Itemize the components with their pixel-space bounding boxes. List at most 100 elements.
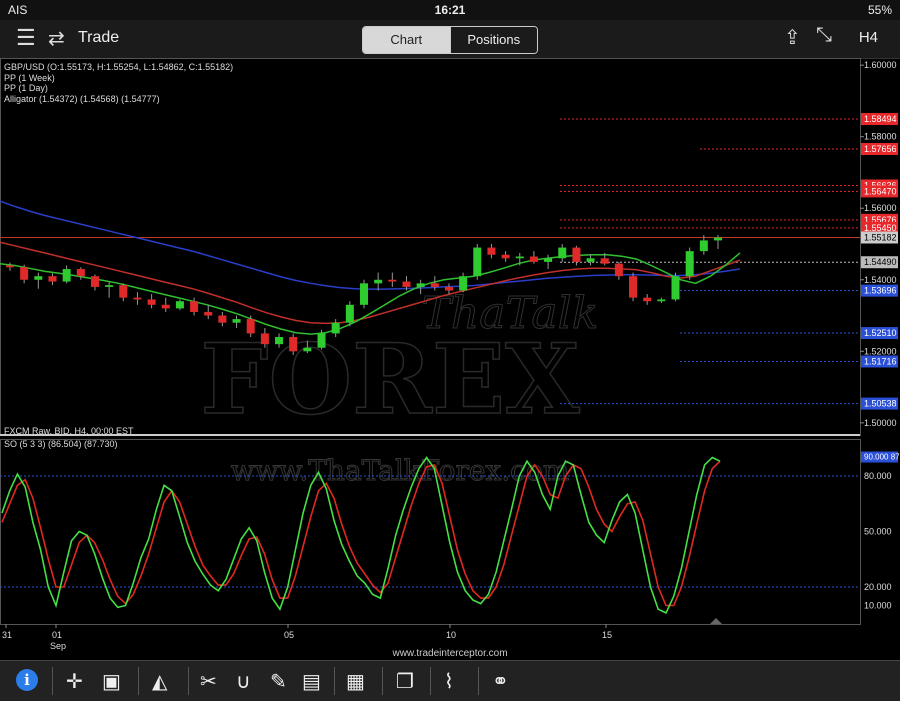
candle-body (529, 256, 538, 262)
tab-positions[interactable]: Positions (449, 27, 537, 53)
menu-icon[interactable]: ☰ (16, 25, 36, 51)
legend-pp-week: PP (1 Week) (4, 73, 55, 83)
candle-body (289, 336, 298, 352)
candle-body (444, 286, 453, 291)
x-tick-label: 31 (2, 630, 12, 640)
legend-alligator: Alligator (1.54372) (1.54568) (1.54777) (4, 94, 160, 104)
candle-body (48, 276, 57, 282)
osc-tick-label: 10.000 (864, 601, 892, 611)
pencil-icon[interactable]: ✎ (270, 669, 287, 694)
candle-body (218, 315, 227, 323)
price-label: 1.54490 (864, 257, 897, 267)
price-label: 1.50538 (864, 399, 897, 409)
y-tick-label: 1.50000 (864, 418, 897, 428)
y-tick-label: 1.52000 (864, 346, 897, 356)
candle-body (161, 304, 170, 309)
candle-body (232, 319, 241, 323)
candle-body (515, 256, 524, 259)
status-bar: AIS 16:21 55% (0, 0, 900, 20)
candle-body (416, 283, 425, 287)
candle-body (699, 240, 708, 252)
y-tick-label: 1.54000 (864, 275, 897, 285)
price-label: 1.51716 (864, 356, 897, 366)
candle-body (105, 285, 114, 287)
y-tick-label: 1.56000 (864, 203, 897, 213)
candle-body (175, 301, 184, 309)
candle-body (643, 297, 652, 302)
price-label: 1.56470 (864, 186, 897, 196)
alligator-jaw-line (0, 200, 741, 290)
nav-bar: ☰ ⇄ Trade Chart Positions ⇪ ⤡ H4 (0, 20, 900, 59)
x-tick-label: 15 (602, 630, 612, 640)
grid-icon[interactable]: ▦ (346, 669, 365, 694)
legend-feed: FXCM Raw, BID, H4, 00:00 EST (4, 426, 134, 436)
candle-body (360, 283, 368, 305)
timeframe-button[interactable]: H4 (859, 29, 878, 46)
clock-label: 16:21 (434, 3, 466, 17)
x-tick-label: 05 (284, 630, 294, 640)
candle-body (190, 301, 199, 312)
alligator-lips-line (0, 252, 741, 335)
candle-body (657, 299, 666, 302)
copy-icon[interactable]: ❐ (396, 669, 414, 694)
candle-body (714, 237, 722, 241)
candle-body (20, 267, 29, 280)
x-tick-label: 01 (52, 630, 62, 640)
link-icon[interactable]: ⚭ (492, 669, 509, 694)
candle-body (90, 276, 99, 287)
x-tick-label: 10 (446, 630, 456, 640)
candle-body (275, 336, 284, 345)
bottom-toolbar: i ✛ ▣ ◭ ✂ ∪ ✎ ▤ ▦ ❐ ⌇ ⚭ (0, 660, 900, 701)
candle-body (459, 276, 468, 291)
current-price-label: 1.55182 (864, 232, 897, 242)
candle-body (600, 258, 609, 264)
document-icon[interactable]: ▤ (302, 669, 321, 694)
candle-body (204, 311, 213, 316)
candle-body (34, 276, 43, 280)
osc-current-label: 90.000 87.730 (864, 453, 900, 462)
swap-arrows-icon[interactable]: ⇄ (48, 26, 65, 51)
candle-body (586, 258, 595, 262)
candle-body (430, 283, 439, 287)
candle-body (119, 285, 128, 298)
page-title: Trade (78, 29, 120, 46)
candle-body (331, 322, 340, 334)
candle-body (473, 247, 482, 277)
candle-body (147, 299, 156, 305)
candle-body (501, 254, 510, 259)
price-label: 1.55450 (864, 223, 897, 233)
candle-body (614, 263, 623, 277)
tab-chart[interactable]: Chart (363, 27, 450, 53)
candle-body (544, 258, 553, 262)
x-sublabel: Sep (50, 641, 66, 651)
tools-icon[interactable]: ✂ (200, 669, 217, 694)
info-icon[interactable]: i (16, 669, 38, 691)
battery-label: 55% (867, 3, 892, 17)
osc-tick-label: 80.000 (864, 471, 892, 481)
magnet-icon[interactable]: ∪ (236, 669, 251, 694)
price-label: 1.58494 (864, 114, 897, 124)
frame-icon[interactable]: ▣ (102, 669, 121, 694)
indicator-icon[interactable]: ⌇ (444, 669, 454, 694)
candle-body (572, 247, 581, 262)
price-chart[interactable]: ThaTalk FOREX www.ThaTalkForex.com 1.584… (0, 58, 900, 660)
candle-body (671, 276, 680, 300)
candle-body (685, 251, 694, 277)
candle-body (629, 276, 638, 298)
share-icon[interactable]: ⇪ (784, 25, 801, 50)
legend-oscillator: SO (5 3 3) (86.504) (87.730) (4, 439, 118, 449)
osc-tick-label: 50.000 (864, 527, 892, 537)
alligator-teeth-line (0, 241, 741, 325)
collapse-icon[interactable]: ⤡ (816, 24, 832, 47)
candle-body (76, 269, 85, 277)
candle-body (303, 347, 312, 352)
price-label: 1.52510 (864, 328, 897, 338)
legend-pp-day: PP (1 Day) (4, 83, 48, 93)
candle-body (133, 297, 142, 300)
crosshair-icon[interactable]: ✛ (66, 669, 83, 694)
chart-type-icon[interactable]: ◭ (152, 669, 167, 694)
candle-body (345, 304, 354, 323)
watermark-forex: FOREX (200, 323, 580, 436)
candle-body (260, 333, 269, 345)
candle-body (388, 279, 397, 282)
